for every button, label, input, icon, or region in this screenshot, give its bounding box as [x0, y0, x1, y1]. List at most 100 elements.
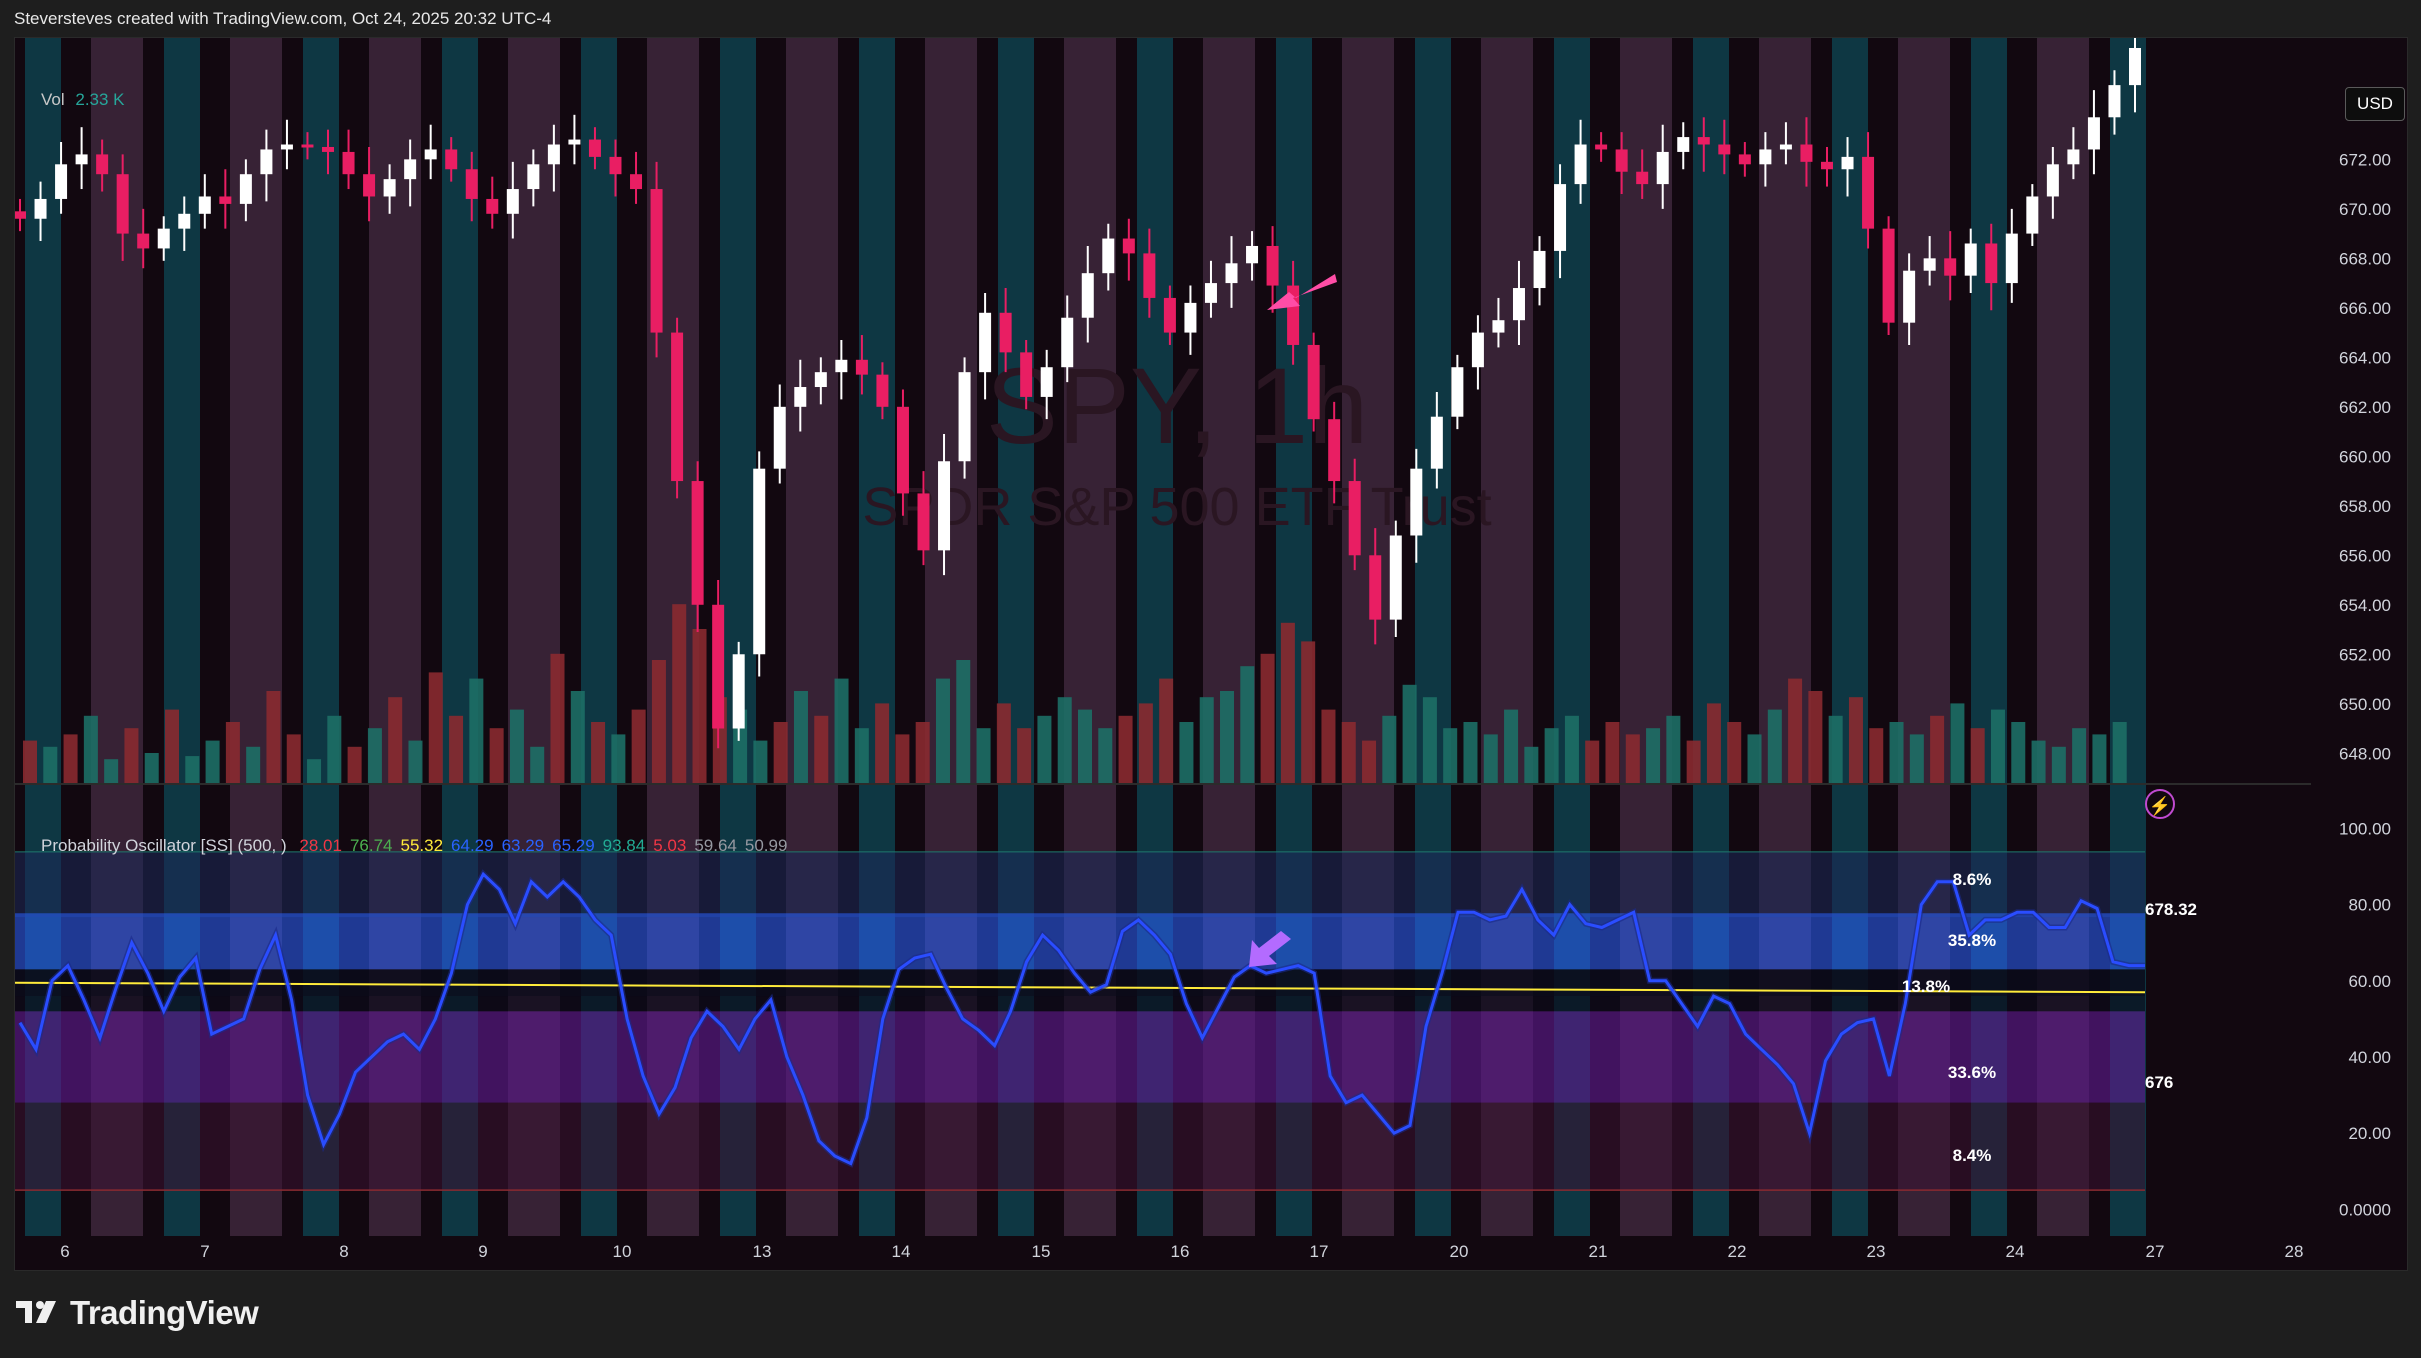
oscillator-annotation: 8.4%: [1953, 1146, 1992, 1165]
volume-bar: [875, 703, 890, 784]
time-tick-label: 9: [478, 1242, 487, 1261]
candle-body: [1471, 332, 1484, 368]
candle-body: [712, 604, 725, 729]
candle-body: [814, 372, 827, 388]
candle-body: [1882, 228, 1895, 323]
time-tick-label: 22: [1728, 1242, 1747, 1261]
band-mid-lower: [15, 996, 2145, 1012]
volume-bar: [651, 660, 666, 784]
volume-bar: [225, 722, 240, 784]
candle-body: [383, 179, 396, 197]
volume-bar: [1078, 709, 1092, 784]
oscillator-tick-label: 0.0000: [2339, 1200, 2391, 1219]
volume-bar: [1848, 697, 1863, 784]
volume-bar: [1747, 734, 1762, 784]
volume-bar: [1260, 653, 1275, 784]
volume-bar: [1463, 722, 1478, 784]
volume-bar: [591, 722, 606, 784]
oscillator-legend-value: 63.29: [501, 836, 545, 855]
candle-body: [2108, 85, 2121, 118]
oscillator-tick-label: 20.00: [2348, 1124, 2391, 1143]
volume-bar: [1199, 697, 1214, 784]
candle-body: [1020, 352, 1033, 397]
candle-body: [1102, 238, 1115, 274]
volume-bar: [814, 715, 829, 784]
volume-bar: [2011, 722, 2026, 784]
candle-body: [1656, 151, 1669, 185]
volume-bar: [83, 715, 98, 784]
candle-body: [301, 144, 314, 148]
volume-bar: [1686, 740, 1701, 784]
time-tick-label: 7: [200, 1242, 209, 1261]
candle-body: [855, 359, 868, 375]
candle-body: [178, 213, 191, 229]
candle-body: [938, 461, 951, 551]
time-tick-label: 27: [2146, 1242, 2165, 1261]
time-tick-label: 13: [753, 1242, 772, 1261]
volume-bar: [266, 691, 281, 784]
volume-bar: [1402, 684, 1417, 784]
volume-bar: [1990, 709, 2005, 784]
candle-body: [1574, 144, 1587, 185]
oscillator-legend-values: 28.01 76.74 55.32 64.29 63.29 65.29 93.84 5.03 5…: [299, 836, 795, 855]
time-axis[interactable]: 6 7 8 9 10 13 14 15 16 17 20 21 22 23 24 27 28: [15, 1236, 2407, 1270]
volume-bar: [793, 691, 808, 784]
candle-body: [1307, 344, 1320, 420]
time-tick-label: 8: [339, 1242, 348, 1261]
volume-bar: [1220, 691, 1235, 784]
volume-bar: [1037, 715, 1052, 784]
candle-body: [445, 149, 458, 170]
candle-body: [322, 146, 335, 152]
time-tick-label: 20: [1450, 1242, 1469, 1261]
chart-canvas[interactable]: SPY, 1h SPDR S&P 500 ETF Trust 8.6%35.8%…: [15, 38, 2407, 1270]
oscillator-tick-label: 40.00: [2348, 1048, 2391, 1067]
brand-logo[interactable]: TradingView: [16, 1293, 259, 1333]
volume-bar: [1138, 703, 1153, 784]
volume-bar: [469, 678, 484, 784]
volume-bar: [915, 722, 930, 784]
volume-bar: [1564, 715, 1579, 784]
candle-body: [609, 156, 622, 175]
volume-bar: [1159, 678, 1174, 784]
candle-body: [1944, 258, 1957, 276]
lightning-icon[interactable]: ⚡: [2145, 789, 2175, 819]
chart-container[interactable]: SPY, 1h SPDR S&P 500 ETF Trust 8.6% 35.8%…: [14, 37, 2408, 1271]
volume-bar: [144, 753, 159, 784]
candle-body: [1430, 416, 1443, 469]
candle-body: [1779, 144, 1792, 150]
candle-body: [1512, 288, 1525, 321]
volume-bar: [1909, 734, 1924, 784]
candle-body: [671, 332, 684, 482]
volume-bar: [1362, 740, 1377, 784]
candle-body: [917, 493, 930, 551]
candle-body: [1328, 419, 1341, 482]
volume-bar: [1524, 746, 1539, 784]
price-tick-label: 666.00: [2339, 299, 2391, 318]
price-axis[interactable]: 672.00 670.00 668.00 666.00 664.00 662.00 660.…: [2311, 38, 2407, 1270]
candle-body: [506, 189, 519, 214]
volume-bar: [1544, 728, 1559, 784]
candle-body: [1923, 258, 1936, 271]
watermark-name: SPDR S&P 500 ETF Trust: [862, 477, 1491, 537]
currency-button[interactable]: USD: [2345, 87, 2405, 121]
chart-credit: Steversteves created with TradingView.co…: [14, 9, 552, 28]
candle-body: [96, 154, 109, 175]
oscillator-annotation: 676: [2145, 1073, 2173, 1092]
oscillator-bands: [15, 851, 2146, 1191]
candle-body: [1348, 481, 1361, 556]
candle-body: [404, 159, 417, 180]
volume-bar: [63, 734, 78, 784]
candle-body: [958, 372, 971, 462]
volume-bar: [1930, 715, 1945, 784]
volume-bar: [104, 759, 119, 784]
candle-body: [1389, 535, 1402, 620]
volume-bar: [895, 734, 910, 784]
candle-body: [137, 233, 150, 249]
volume-bar: [489, 728, 504, 784]
volume-bar: [692, 629, 707, 784]
candle-body: [979, 312, 992, 373]
volume-bar: [1098, 728, 1113, 784]
candle-body: [1800, 144, 1813, 162]
volume-bar: [185, 756, 200, 784]
time-axis-bg: [15, 1236, 2407, 1270]
